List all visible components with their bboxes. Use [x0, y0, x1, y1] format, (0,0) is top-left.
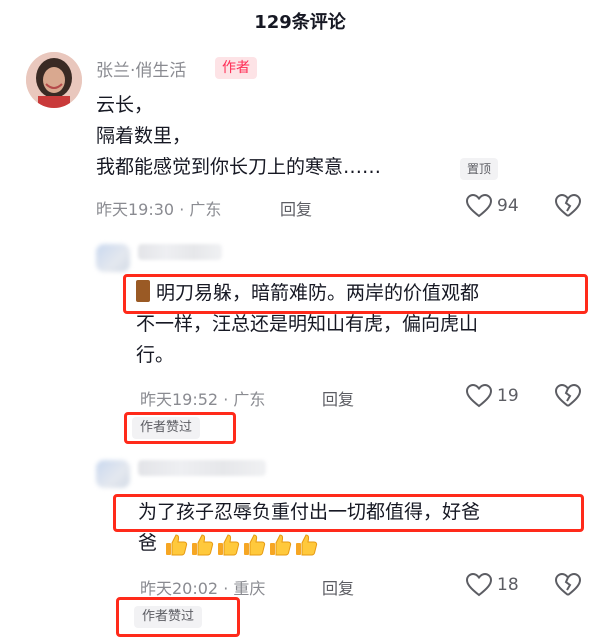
reply-username[interactable] — [138, 460, 266, 476]
author-avatar[interactable] — [26, 52, 82, 108]
like-count: 18 — [497, 575, 519, 595]
pinned-badge: 置顶 — [460, 158, 499, 180]
comment-location: 广东 — [189, 200, 222, 219]
broken-heart-icon[interactable] — [555, 194, 581, 218]
reply-text: 明刀易躲，暗箭难防。两岸的价值观都 不一样，汪总还是明知山有虎，偏向虎山 行。 — [136, 278, 586, 371]
like-count: 19 — [497, 386, 519, 406]
reply-line: 为了孩子忍辱负重付出一切都值得，好爸 — [138, 501, 481, 523]
reply-line: 不一样，汪总还是明知山有虎，偏向虎山 — [136, 313, 479, 335]
reply-line-text: 爸 — [138, 532, 158, 554]
reply-button[interactable]: 回复 — [280, 196, 312, 220]
meta-separator: · — [223, 579, 234, 598]
reply-line: 明刀易躲，暗箭难防。两岸的价值观都 — [136, 278, 586, 309]
author-liked-badge: 作者赞过 — [134, 606, 203, 628]
thumbs-up-icon — [192, 534, 214, 556]
comment-line: 云长， — [96, 94, 154, 116]
reply-meta: 昨天20:02 · 重庆 — [140, 575, 265, 599]
meta-separator: · — [223, 390, 234, 409]
like-count: 94 — [497, 196, 519, 216]
comment-time: 昨天19:30 — [96, 200, 175, 219]
reply-avatar[interactable] — [96, 244, 130, 272]
comment-line: 隔着数里， — [96, 125, 192, 147]
reply-line-text: 明刀易躲，暗箭难防。两岸的价值观都 — [156, 282, 480, 304]
author-name[interactable]: 张兰·俏生活 — [96, 56, 186, 81]
reply-button[interactable]: 回复 — [322, 386, 354, 410]
thumbs-up-icon — [296, 534, 318, 556]
author-liked-badge: 作者赞过 — [132, 417, 201, 439]
reply-time: 昨天20:02 — [140, 579, 219, 598]
thumbs-up-icon — [166, 534, 188, 556]
heart-icon[interactable] — [466, 573, 492, 597]
meta-separator: · — [179, 200, 190, 219]
comment-meta: 昨天19:30 · 广东 — [96, 196, 221, 220]
reply-button[interactable]: 回复 — [322, 575, 354, 599]
broken-heart-icon[interactable] — [555, 384, 581, 408]
reply-location: 重庆 — [233, 579, 266, 598]
thumbs-up-icon — [218, 534, 240, 556]
reply-time: 昨天19:52 — [140, 390, 219, 409]
heart-icon[interactable] — [466, 194, 492, 218]
broken-heart-icon[interactable] — [555, 573, 581, 597]
reply-avatar[interactable] — [96, 460, 130, 488]
thumbs-up-icon — [270, 534, 292, 556]
thumbs-up-icon — [244, 534, 266, 556]
reply-meta: 昨天19:52 · 广东 — [140, 386, 265, 410]
comments-header-title: 129条评论 — [254, 12, 346, 33]
reply-location: 广东 — [233, 390, 266, 409]
author-badge: 作者 — [215, 57, 257, 79]
reply-username[interactable] — [138, 244, 222, 260]
heart-icon[interactable] — [466, 384, 492, 408]
reply-line: 行。 — [136, 344, 175, 366]
thumbs-up-emoji-row — [164, 533, 318, 557]
emoji-icon — [136, 280, 150, 302]
